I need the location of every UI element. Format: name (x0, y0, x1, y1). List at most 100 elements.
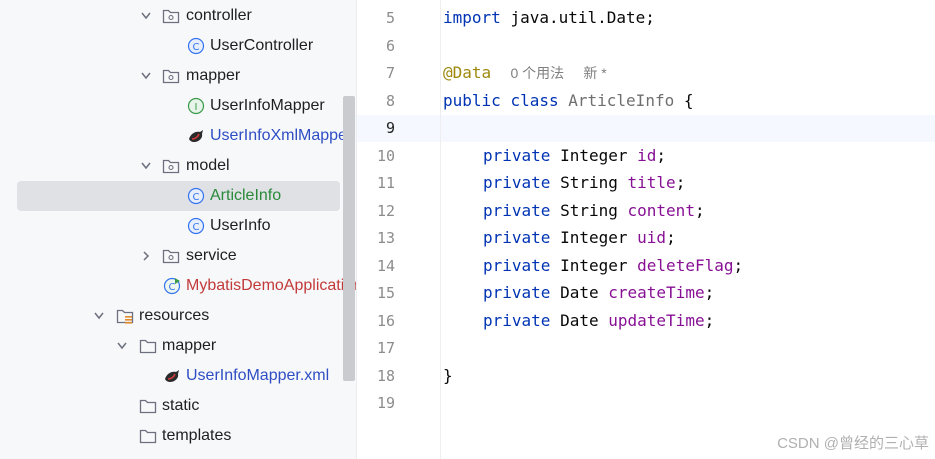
field-name: deleteFlag (637, 256, 734, 275)
code-line-field[interactable]: private Integer uid; (483, 228, 676, 248)
watermark: CSDN @曾经的三心草 (777, 435, 929, 452)
field-name: uid (637, 228, 667, 247)
tree-item-templates[interactable]: templates (0, 421, 340, 451)
tree-item-usercontroller[interactable]: C UserController (0, 31, 340, 61)
tree-item-userinfo[interactable]: C UserInfo (0, 211, 340, 241)
tree-item-label: model (186, 157, 230, 174)
tree-item-resources-mapper[interactable]: mapper (0, 331, 340, 361)
tree-scrollbar[interactable] (343, 96, 355, 381)
field-type: Integer (560, 256, 628, 275)
keyword: private (483, 201, 551, 220)
field-name: id (637, 146, 657, 165)
keyword: private (483, 173, 551, 192)
field-type: Date (560, 311, 599, 330)
line-number[interactable]: 16 (357, 311, 395, 331)
chevron-right-icon[interactable] (140, 241, 152, 271)
tree-item-label: UserInfo (210, 217, 271, 234)
line-number[interactable]: 15 (357, 283, 395, 303)
keyword: import (443, 8, 501, 27)
field-type: String (560, 201, 618, 220)
field-type: Integer (560, 228, 628, 247)
caret-line-highlight (357, 115, 935, 142)
keyword: class (510, 91, 559, 110)
field-type: Date (560, 283, 599, 302)
tree-item-userinfomapper[interactable]: I UserInfoMapper (0, 91, 340, 121)
tree-item-label: static (162, 397, 200, 414)
line-number[interactable]: 11 (357, 173, 395, 193)
field-name: createTime (608, 283, 705, 302)
tree-item-controller[interactable]: controller (0, 1, 340, 31)
svg-text:C: C (193, 192, 200, 203)
tree-item-resources[interactable]: resources (0, 301, 340, 331)
tree-item-mapper[interactable]: mapper (0, 61, 340, 91)
tree-item-label: templates (162, 427, 232, 444)
tree-item-label: UserInfoMapper (210, 97, 325, 114)
chevron-down-icon[interactable] (140, 61, 152, 91)
line-number[interactable]: 7 (357, 63, 395, 83)
usages-hint[interactable]: 0 个用法 (510, 65, 564, 81)
tree-item-static[interactable]: static (0, 391, 340, 421)
keyword: private (483, 311, 551, 330)
code-line-field[interactable]: private Date createTime; (483, 283, 714, 303)
line-number-current[interactable]: 9 (357, 118, 395, 138)
tree-item-userinfomapper-xml[interactable]: UserInfoMapper.xml (0, 361, 340, 391)
keyword: private (483, 283, 551, 302)
field-type: String (560, 173, 618, 192)
svg-text:I: I (195, 102, 198, 113)
tree-item-mybatisdemoapplication[interactable]: C MybatisDemoApplication (0, 271, 356, 301)
tree-item-label: ArticleInfo (210, 187, 282, 204)
field-type: Integer (560, 146, 628, 165)
author-hint[interactable]: 新 * (583, 65, 606, 81)
code-line-field[interactable]: private Integer deleteFlag; (483, 256, 743, 276)
chevron-down-icon[interactable] (93, 301, 105, 331)
import-path: java.util.Date; (510, 8, 655, 27)
open-brace: { (683, 91, 694, 110)
svg-text:C: C (193, 42, 200, 53)
chevron-down-icon[interactable] (140, 1, 152, 31)
line-number[interactable]: 6 (357, 36, 395, 56)
line-number[interactable]: 12 (357, 201, 395, 221)
tree-item-label: mapper (186, 67, 241, 84)
line-number[interactable]: 14 (357, 256, 395, 276)
tree-item-label: UserController (210, 37, 314, 54)
line-number[interactable]: 18 (357, 366, 395, 386)
code-line-field[interactable]: private Date updateTime; (483, 311, 714, 331)
field-name: content (627, 201, 695, 220)
tree-item-articleinfo[interactable]: C ArticleInfo (17, 181, 340, 211)
chevron-down-icon[interactable] (116, 331, 128, 361)
keyword: private (483, 146, 551, 165)
line-number[interactable]: 5 (357, 8, 395, 28)
tree-item-label: resources (139, 307, 210, 324)
keyword: private (483, 256, 551, 275)
line-number[interactable]: 10 (357, 146, 395, 166)
line-number[interactable]: 17 (357, 338, 395, 358)
tree-item-userinfoxmlmapper[interactable]: UserInfoXmlMapper (0, 121, 352, 151)
tree-item-label: mapper (162, 337, 217, 354)
code-line-annotation[interactable]: @Data 0 个用法 新 * (443, 63, 607, 83)
gutter-separator (440, 0, 441, 459)
keyword: private (483, 228, 551, 247)
project-tree: controller C UserController mapper I Use… (0, 0, 356, 459)
field-name: title (627, 173, 676, 192)
code-line-field[interactable]: private Integer id; (483, 146, 666, 166)
line-number[interactable]: 8 (357, 91, 395, 111)
code-line-import[interactable]: import java.util.Date; (443, 8, 655, 28)
tree-item-label: service (186, 247, 237, 264)
svg-text:C: C (193, 222, 200, 233)
code-line-field[interactable]: private String title; (483, 173, 685, 193)
code-line-field[interactable]: private String content; (483, 201, 705, 221)
svg-text:C: C (169, 282, 176, 293)
tree-item-label: UserInfoMapper.xml (186, 367, 330, 384)
chevron-down-icon[interactable] (140, 151, 152, 181)
line-number[interactable]: 19 (357, 393, 395, 413)
tree-item-label: controller (186, 7, 252, 24)
tree-item-service[interactable]: service (0, 241, 340, 271)
tree-item-model[interactable]: model (0, 151, 340, 181)
line-number[interactable]: 13 (357, 228, 395, 248)
code-editor[interactable]: 5 6 7 8 9 10 11 12 13 14 15 16 17 18 19 … (357, 0, 935, 459)
class-name: ArticleInfo (568, 91, 675, 110)
annotation: @Data (443, 63, 492, 82)
code-line-class-decl[interactable]: public class ArticleInfo { (443, 91, 694, 111)
code-line-close-brace[interactable]: } (443, 366, 453, 386)
keyword: public (443, 91, 501, 110)
